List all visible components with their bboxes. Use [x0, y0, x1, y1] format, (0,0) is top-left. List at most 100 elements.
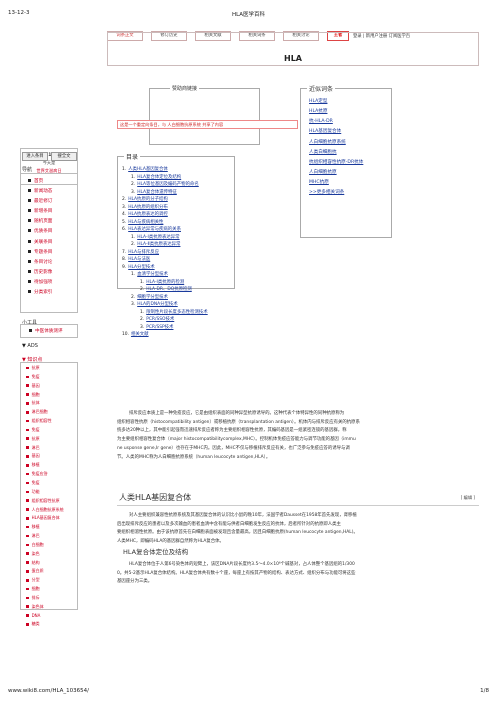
toc-item[interactable]: 1. 人类HLA基因复合体: [122, 166, 208, 174]
toc-link[interactable]: HLA复合体遗传特征: [137, 190, 177, 195]
nav-item[interactable]: 首页: [28, 178, 52, 188]
toc-item[interactable]: 8. HLA与法医: [122, 256, 208, 264]
toc-link[interactable]: HLA抗原表达的调控: [128, 212, 168, 217]
knowledge-item[interactable]: 淋巴细胞: [26, 409, 64, 418]
toc-link[interactable]: HLA与疾病相关性: [128, 220, 163, 225]
near-entry-link[interactable]: 抗组织相容性抗原-DR抗体: [309, 159, 363, 169]
toc-link[interactable]: HLA与法医: [128, 257, 150, 262]
nav-item[interactable]: 专题条目: [28, 249, 52, 259]
toc-link[interactable]: HLA-Ⅰ类抗原表达异常: [137, 235, 179, 240]
toc-link[interactable]: HLA抗原的组织分布: [128, 205, 168, 210]
toc-item[interactable]: 2. HLA等位基因及编码产物的命名: [122, 181, 208, 189]
knowledge-item[interactable]: HLA基因复合体: [26, 515, 64, 524]
knowledge-item[interactable]: 白细胞: [26, 542, 64, 551]
knowledge-item[interactable]: 移植: [26, 524, 64, 533]
knowledge-item[interactable]: 基因: [26, 453, 64, 462]
toc-link[interactable]: HLA-Ⅱ类抗原表达异常: [137, 242, 180, 247]
near-entry-link[interactable]: HLA基因复合体: [309, 128, 363, 138]
knowledge-item[interactable]: 免疫: [26, 480, 64, 489]
enter-entry-button[interactable]: 进入条目: [22, 152, 48, 161]
toc-link[interactable]: HLA表达异常与疾病的关系: [128, 227, 181, 232]
near-entry-link[interactable]: 抗-HLA-DR: [309, 118, 363, 128]
toc-link[interactable]: 相关文献: [131, 332, 149, 337]
knowledge-item[interactable]: 染色体: [26, 604, 64, 613]
nav-item[interactable]: 关联条目: [28, 239, 52, 249]
knowledge-item[interactable]: 淋巴: [26, 533, 64, 542]
nav-item[interactable]: 随机页面: [28, 218, 52, 228]
toc-link[interactable]: 血清学分型技术: [137, 272, 168, 277]
knowledge-item[interactable]: 蛋白质: [26, 568, 64, 577]
near-entry-link[interactable]: MHC抗原: [309, 179, 363, 189]
knowledge-item[interactable]: 抗原: [26, 365, 64, 374]
toc-link[interactable]: HLA等位基因及编码产物的命名: [137, 182, 199, 187]
knowledge-item[interactable]: 移植: [26, 462, 64, 471]
toc-item[interactable]: 4. HLA抗原表达的调控: [122, 211, 208, 219]
toc-link[interactable]: PCR/SSP技术: [146, 325, 173, 330]
toc-link[interactable]: HLA复合体定位及结构: [137, 175, 181, 180]
knowledge-item[interactable]: 免疫: [26, 427, 64, 436]
toc-link[interactable]: HLA抗原的分子结构: [128, 197, 168, 202]
toc-link[interactable]: 人类HLA基因复合体: [128, 167, 168, 172]
nav-item[interactable]: 最近修订: [28, 198, 52, 208]
toc-item[interactable]: 9. HLA分型技术: [122, 264, 208, 272]
toc-link[interactable]: HLA分型技术: [128, 265, 154, 270]
section-edit-link[interactable]: [ 编辑 ]: [461, 495, 475, 501]
toc-link[interactable]: HLA-DR、DQ抗原检测: [146, 287, 192, 292]
bullet-icon: [26, 623, 29, 626]
toc-item[interactable]: 10. 相关文献: [122, 331, 208, 339]
toc-item[interactable]: 3. HLA抗原的组织分布: [122, 204, 208, 212]
toc-item[interactable]: 2. HLA抗原的分子结构: [122, 196, 208, 204]
knowledge-item[interactable]: 抗原: [26, 436, 64, 445]
toc-item[interactable]: 5. HLA与疾病相关性: [122, 219, 208, 227]
toc-item[interactable]: 7. HLA与排斥反应: [122, 249, 208, 257]
near-entry-link[interactable]: 人类白细胞抗: [309, 149, 363, 159]
toc-item[interactable]: 3. HLA的DNA分型技术: [122, 301, 208, 309]
toc-link[interactable]: HLA-Ⅰ类抗原的检测: [146, 280, 184, 285]
near-entry-link[interactable]: HLA定型: [309, 98, 363, 108]
near-entry-link[interactable]: HLA抗原: [309, 108, 363, 118]
nav-item[interactable]: 新闻动态: [28, 188, 52, 198]
toc-item[interactable]: 3. HLA复合体遗传特征: [122, 189, 208, 197]
nav-item[interactable]: 分类索引: [28, 289, 52, 299]
near-entry-link[interactable]: 人白细胞抗原系统: [309, 139, 363, 149]
knowledge-item[interactable]: 组织相容性: [26, 418, 64, 427]
knowledge-item[interactable]: 功能: [26, 489, 64, 498]
ads-toggle[interactable]: ▼ ADS: [22, 343, 38, 349]
knowledge-item[interactable]: 抗体: [26, 400, 64, 409]
toc-item[interactable]: 6. HLA表达异常与疾病的关系: [122, 226, 208, 234]
toc-item[interactable]: 2. HLA-DR、DQ抗原检测: [122, 286, 208, 294]
knowledge-item[interactable]: 糖类: [26, 621, 64, 630]
toc-item[interactable]: 1. HLA-Ⅰ类抗原的检测: [122, 279, 208, 287]
nav-item[interactable]: 优质条目: [28, 228, 52, 238]
toc-item[interactable]: 1. 血清学分型技术: [122, 271, 208, 279]
search-fulltext-button[interactable]: 搜全文: [51, 152, 77, 161]
toc-link[interactable]: 细胞学分型技术: [137, 295, 168, 300]
toc-item[interactable]: 3. PCR/SSP技术: [122, 324, 208, 332]
knowledge-item[interactable]: 组织相容性抗原: [26, 498, 64, 507]
nav-item[interactable]: 新增条目: [28, 208, 52, 218]
knowledge-item[interactable]: 免疫应答: [26, 471, 64, 480]
toc-item[interactable]: 1. HLA复合体定位及结构: [122, 174, 208, 182]
toc-link[interactable]: 限制性片段长度多态性检测技术: [146, 310, 207, 315]
knowledge-item[interactable]: 分型: [26, 577, 64, 586]
toc-link[interactable]: HLA的DNA分型技术: [137, 302, 177, 307]
toc-item[interactable]: 2. 细胞学分型技术: [122, 294, 208, 302]
toc-item[interactable]: 1. HLA-Ⅰ类抗原表达异常: [122, 234, 208, 242]
toc-link[interactable]: PCR/SSO技术: [146, 317, 174, 322]
bullet-icon: [26, 587, 29, 591]
nav-item[interactable]: 历史影像: [28, 269, 52, 279]
toc-link[interactable]: HLA与排斥反应: [128, 250, 159, 255]
nav-item[interactable]: 条目讨论: [28, 259, 52, 269]
knowledge-item[interactable]: 染色: [26, 551, 64, 560]
knowledge-item[interactable]: 基因: [26, 383, 64, 392]
toc-item[interactable]: 2. PCR/SSO技术: [122, 316, 208, 324]
tool-item[interactable]: 中医体质测评: [29, 328, 63, 334]
near-entry-link[interactable]: >>更多相关词条: [309, 189, 363, 199]
knowledge-item[interactable]: 细胞: [26, 586, 64, 595]
nav-item[interactable]: 待加强项: [28, 279, 52, 289]
knowledge-item[interactable]: 排斥: [26, 595, 64, 604]
toc-item[interactable]: 2. HLA-Ⅱ类抗原表达异常: [122, 241, 208, 249]
knowledge-item[interactable]: 免疫: [26, 374, 64, 383]
near-entry-link[interactable]: 人白细胞抗原: [309, 169, 363, 179]
toc-item[interactable]: 1. 限制性片段长度多态性检测技术: [122, 309, 208, 317]
